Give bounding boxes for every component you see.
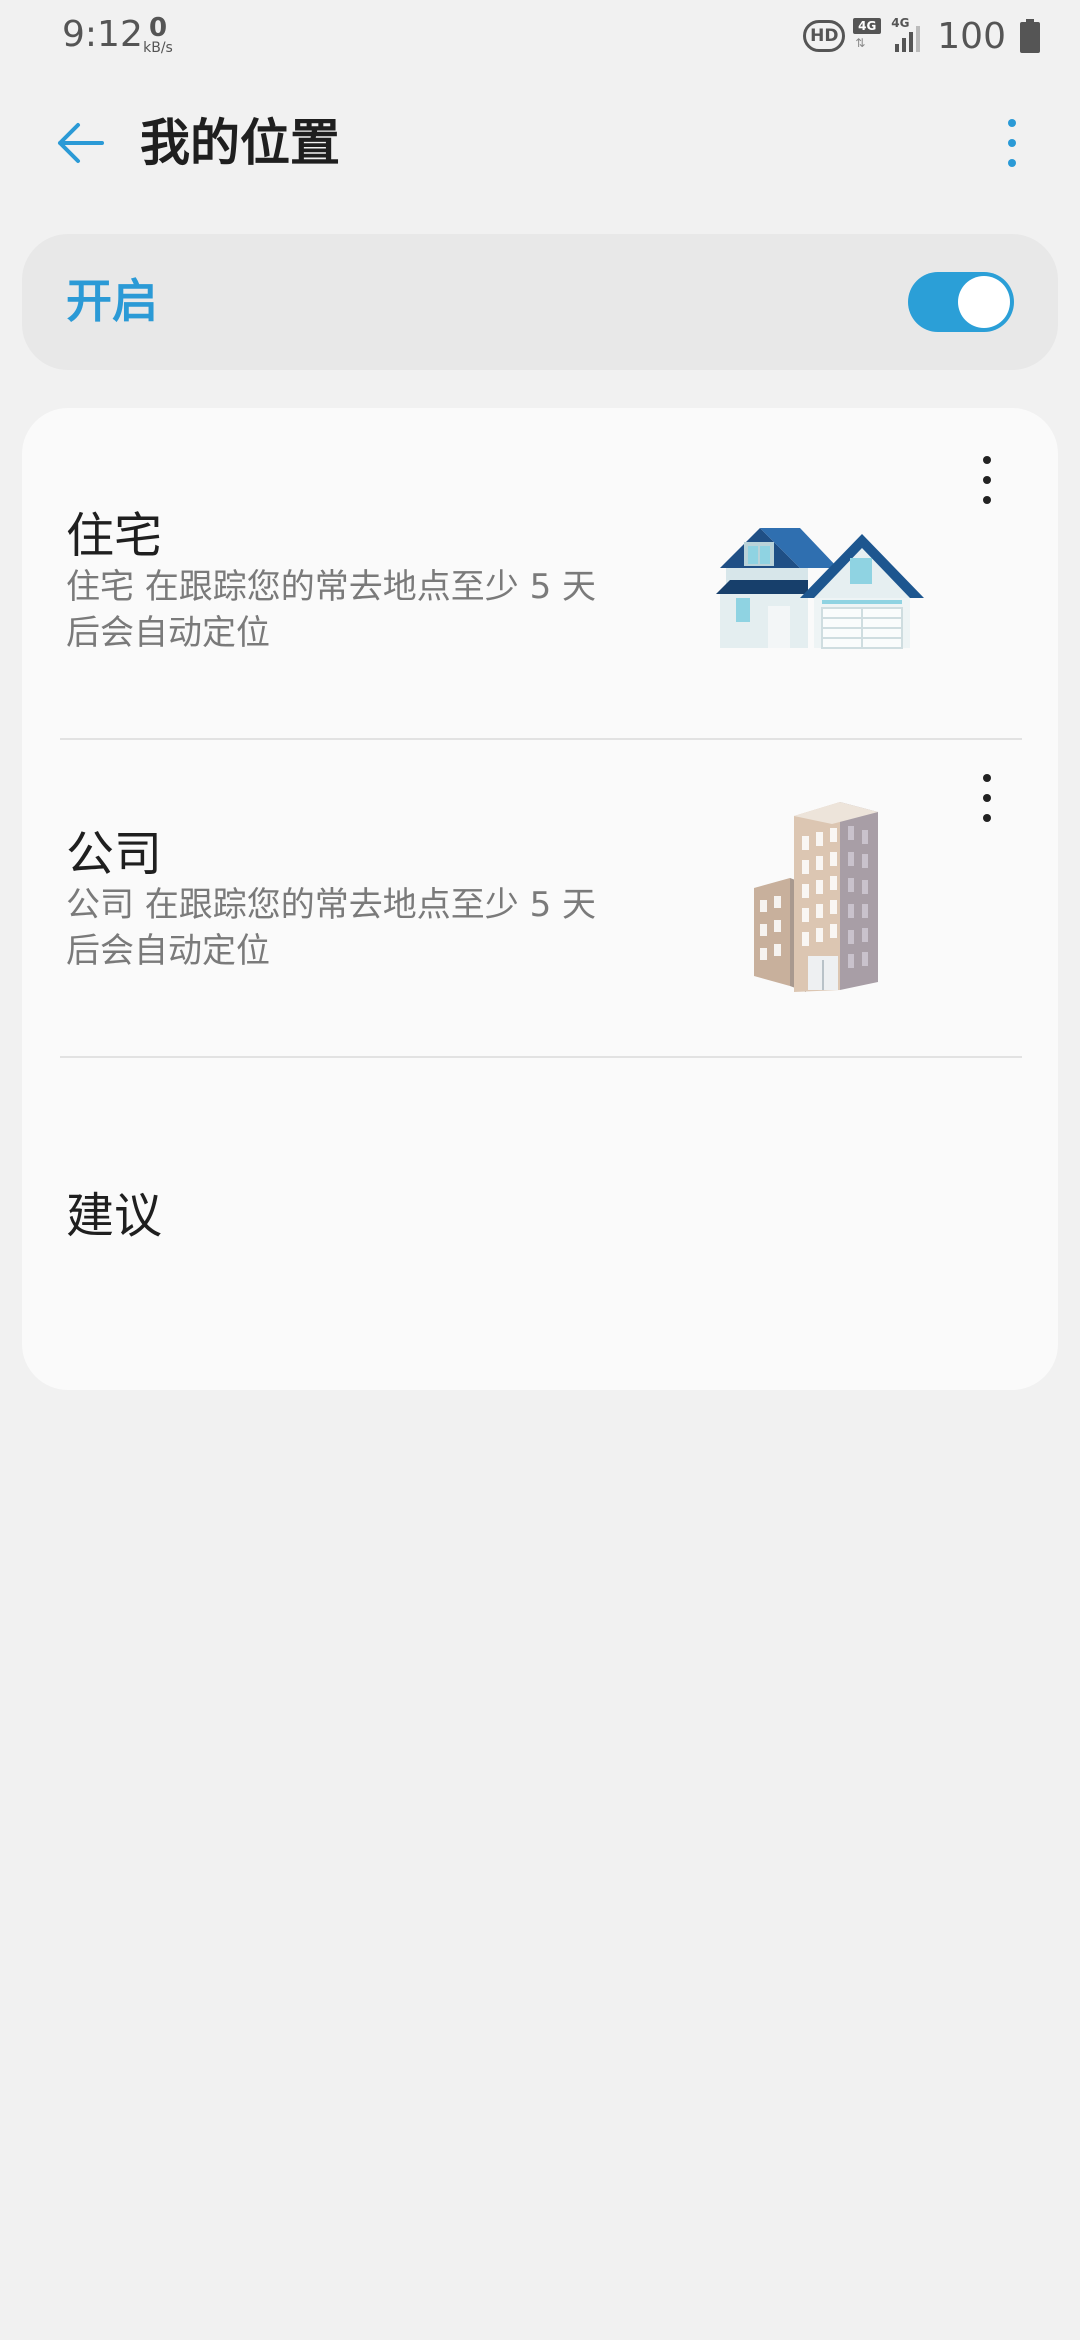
more-options-button[interactable]	[984, 110, 1040, 176]
battery-icon	[1020, 19, 1040, 53]
more-vertical-icon	[983, 774, 991, 822]
network-type-label: 4G	[853, 18, 882, 34]
office-building-icon	[754, 802, 878, 992]
house-icon	[716, 528, 924, 649]
place-more-button[interactable]	[972, 452, 1002, 508]
battery-percent: 100	[937, 15, 1006, 57]
mobile-data-icon: 4G ⇅	[853, 18, 883, 54]
place-description: 住宅 在跟踪您的常去地点至少 5 天后会自动定位	[66, 567, 597, 653]
signal-network-label: 4G	[891, 16, 910, 30]
places-card: 住宅 住宅 在跟踪您的常去地点至少 5 天后会自动定位 公司 公司 在跟踪您的常…	[22, 408, 1058, 1390]
status-icons: HD 4G ⇅ 4G 100	[803, 14, 1040, 58]
network-speed-value: 0	[148, 13, 168, 43]
place-item-office[interactable]: 公司 公司 在跟踪您的常去地点至少 5 天后会自动定位	[22, 726, 1058, 1042]
location-toggle-label: 开启	[66, 274, 158, 328]
page-title: 我的位置	[140, 114, 340, 172]
back-arrow-icon	[58, 123, 104, 163]
hd-icon: HD	[803, 20, 846, 52]
data-arrows-icon: ⇅	[855, 36, 865, 50]
suggestions-title: 建议	[66, 1188, 163, 1244]
status-time: 9:12	[62, 14, 143, 55]
place-title: 公司	[66, 826, 163, 882]
divider	[60, 1056, 1022, 1058]
place-item-home[interactable]: 住宅 住宅 在跟踪您的常去地点至少 5 天后会自动定位	[22, 408, 1058, 724]
place-description: 公司 在跟踪您的常去地点至少 5 天后会自动定位	[66, 885, 597, 971]
switch-knob	[958, 276, 1010, 328]
network-speed: 0 kB/s	[138, 13, 178, 56]
more-vertical-icon	[1008, 119, 1016, 167]
app-header: 我的位置	[0, 88, 1080, 198]
network-speed-unit: kB/s	[143, 40, 173, 56]
place-title: 住宅	[66, 508, 163, 564]
status-bar: 9:12 0 kB/s HD 4G ⇅ 4G 100	[0, 0, 1080, 72]
place-more-button[interactable]	[972, 770, 1002, 826]
signal-strength-icon: 4G	[891, 16, 925, 54]
more-vertical-icon	[983, 456, 991, 504]
back-button[interactable]	[42, 110, 118, 176]
location-toggle-card[interactable]: 开启	[22, 234, 1058, 370]
location-switch[interactable]	[908, 272, 1014, 332]
